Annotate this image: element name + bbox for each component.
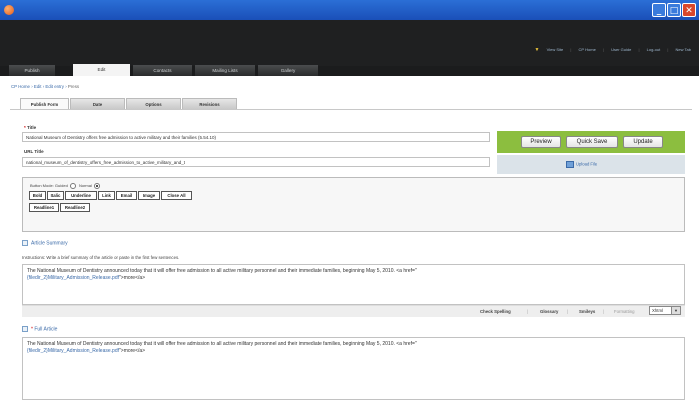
view-site-icon: ▼ — [534, 47, 540, 53]
breadcrumb-current: Press — [67, 84, 80, 89]
url-title-input[interactable]: national_museum_of_dentistry_offers_free… — [22, 157, 490, 167]
title-input[interactable]: National Museum of Dentistry offers free… — [22, 132, 490, 142]
tab-publish[interactable]: Publish — [9, 65, 55, 76]
tab-gallery[interactable]: Gallery — [258, 65, 318, 76]
formatting-label: Formatting — [614, 309, 635, 314]
bold-button[interactable]: Bold — [29, 191, 46, 200]
collapse-icon[interactable] — [22, 326, 28, 332]
link-new-tab[interactable]: New Tab — [676, 47, 692, 52]
tab-edit[interactable]: Edit — [73, 64, 130, 76]
separator: | — [527, 309, 529, 314]
link-logout[interactable]: Log-out — [647, 47, 661, 52]
image-button[interactable]: Image — [138, 191, 160, 200]
link-cp-home[interactable]: CP Home — [579, 47, 596, 52]
divider — [10, 109, 692, 110]
formatting-select[interactable]: Xhtml ▼ — [649, 306, 681, 315]
update-button[interactable]: Update — [623, 136, 663, 148]
formatting-toolbar — [22, 177, 685, 232]
breadcrumb-sep: › — [42, 84, 45, 89]
button-mode: Button Mode: Guided Normal — [30, 183, 102, 189]
separator: | — [638, 47, 640, 52]
italic-button[interactable]: Italic — [47, 191, 64, 200]
summary-textarea[interactable]: The National Museum of Dentistry announc… — [22, 264, 685, 305]
guided-radio[interactable] — [69, 183, 76, 189]
separator: | — [667, 47, 669, 52]
separator: | — [570, 47, 572, 52]
minimize-button[interactable]: _ — [652, 3, 666, 17]
readline2-button[interactable]: Readline2 — [60, 203, 90, 212]
quick-save-button[interactable]: Quick Save — [566, 136, 618, 148]
separator: | — [602, 47, 604, 52]
separator: | — [567, 309, 569, 314]
article-summary-heading[interactable]: Article Summary — [22, 240, 68, 246]
normal-radio[interactable] — [93, 183, 100, 189]
full-article-textarea[interactable]: The National Museum of Dentistry announc… — [22, 337, 685, 400]
breadcrumb-edit[interactable]: Edit — [34, 84, 42, 89]
full-text-line2: {filedir_2}Military_Admission_Release.pd… — [27, 348, 146, 354]
maximize-button[interactable]: □ — [667, 3, 681, 17]
upload-file-link[interactable]: Upload File — [566, 161, 597, 168]
email-button[interactable]: Email — [116, 191, 137, 200]
summary-text-line1: The National Museum of Dentistry announc… — [27, 268, 417, 274]
readline1-button[interactable]: Readline1 — [29, 203, 59, 212]
collapse-icon[interactable] — [22, 240, 28, 246]
tab-contacts[interactable]: Contacts — [133, 65, 192, 76]
cp-header — [0, 20, 699, 66]
glossary-link[interactable]: Glossary — [540, 309, 558, 314]
url-title-label: URL Title — [24, 149, 44, 154]
breadcrumb-cp-home[interactable]: CP Home — [11, 84, 30, 89]
tab-options[interactable]: Options — [126, 98, 181, 109]
tab-revisions[interactable]: Revisions — [182, 98, 237, 109]
close-button[interactable]: ✕ — [682, 3, 696, 17]
title-label: * Title — [24, 125, 37, 130]
tab-mailing-lists[interactable]: Mailing Lists — [195, 65, 255, 76]
close-all-button[interactable]: Close All — [161, 191, 192, 200]
link-button[interactable]: Link — [98, 191, 115, 200]
summary-instructions: Instructions: Write a brief summary of t… — [22, 255, 180, 260]
tab-publish-form[interactable]: Publish Form — [20, 98, 69, 109]
breadcrumb-sep: › — [31, 84, 33, 89]
breadcrumb: CP Home › Edit › Edit entry › Press — [11, 84, 79, 89]
summary-text-line2: {filedir_2}Military_Admission_Release.pd… — [27, 275, 146, 281]
breadcrumb-sep: › — [65, 84, 67, 89]
browser-icon — [4, 5, 14, 15]
tab-date[interactable]: Date — [70, 98, 125, 109]
header-links: ▼ View Site | CP Home | User Guide | Log… — [529, 47, 691, 53]
window-titlebar — [0, 0, 699, 20]
check-spelling-link[interactable]: Check Spelling — [480, 309, 511, 314]
breadcrumb-edit-entry[interactable]: Edit entry — [45, 84, 64, 89]
upload-icon — [566, 161, 574, 168]
separator: | — [603, 309, 605, 314]
full-article-heading[interactable]: * Full Article — [22, 326, 57, 332]
chevron-down-icon: ▼ — [671, 307, 680, 314]
preview-button[interactable]: Preview — [521, 136, 561, 148]
full-text-line1: The National Museum of Dentistry announc… — [27, 341, 417, 347]
link-view-site[interactable]: View Site — [547, 47, 564, 52]
underline-button[interactable]: Underline — [65, 191, 97, 200]
smileys-link[interactable]: Smileys — [579, 309, 595, 314]
link-user-guide[interactable]: User Guide — [611, 47, 631, 52]
